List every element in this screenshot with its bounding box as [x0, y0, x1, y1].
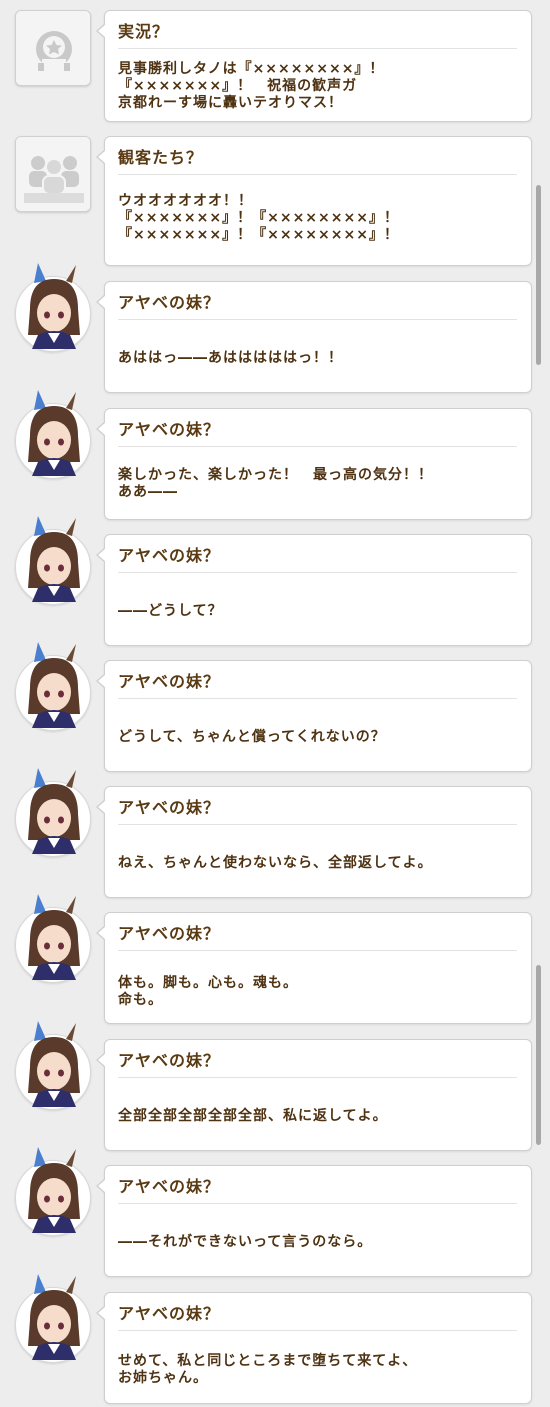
divider [118, 319, 517, 320]
speaker-name: 観客たち？ [118, 148, 204, 167]
dialogue-log: 実況？ 見事勝利しタノは『××××××××』！ 『×××××××』！ 祝福の歓声… [0, 0, 550, 1407]
message-text: ウオオオオオオ！！ 『×××××××』！『××××××××』！ 『×××××××… [118, 193, 399, 243]
divider [118, 698, 517, 699]
message-text: 見事勝利しタノは『××××××××』！ 『×××××××』！ 祝福の歓声ガ 京都… [118, 61, 385, 111]
message-text: 全部全部全部全部全部、私に返してよ。 [118, 1108, 388, 1124]
message-text: どうして、ちゃんと償ってくれないの？ [118, 729, 386, 745]
character-avatar [15, 894, 91, 983]
speaker-name: アヤベの妹？ [118, 798, 221, 817]
divider [118, 446, 517, 447]
divider [118, 824, 517, 825]
divider [118, 48, 517, 49]
message-text: せめて、私と同じところまで堕ちて来てよ、 お姉ちゃん。 [118, 1353, 418, 1386]
message-bubble: アヤベの妹？ せめて、私と同じところまで堕ちて来てよ、 お姉ちゃん。 [96, 1292, 532, 1404]
speaker-name: アヤベの妹？ [118, 1304, 221, 1323]
divider [118, 950, 517, 951]
message-bubble: アヤベの妹？ ――それができないって言うのなら。 [96, 1165, 532, 1277]
generic-face-icon [15, 10, 91, 86]
message-bubble: アヤベの妹？ ――どうして？ [96, 534, 532, 646]
message-bubble: 観客たち？ ウオオオオオオ！！ 『×××××××』！『××××××××』！ 『×… [96, 136, 532, 266]
message-bubble: アヤベの妹？ あははっ――あはははははっ！！ [96, 281, 532, 393]
divider [118, 1330, 517, 1331]
message-bubble: 実況？ 見事勝利しタノは『××××××××』！ 『×××××××』！ 祝福の歓声… [96, 10, 532, 122]
speaker-name: アヤベの妹？ [118, 1051, 221, 1070]
message-text: ねえ、ちゃんと使わないなら、全部返してよ。 [118, 855, 433, 871]
speaker-name: アヤベの妹？ [118, 1177, 221, 1196]
speaker-name: アヤベの妹？ [118, 293, 221, 312]
message-text: ――それができないって言うのなら。 [118, 1234, 373, 1250]
divider [118, 572, 517, 573]
message-text: 楽しかった、楽しかった！ 最っ高の気分！！ ああ―― [118, 467, 433, 500]
scrollbar-thumb[interactable] [536, 965, 541, 1145]
speaker-name: アヤベの妹？ [118, 546, 221, 565]
speaker-name: アヤベの妹？ [118, 420, 221, 439]
character-avatar [15, 390, 91, 479]
message-bubble: アヤベの妹？ どうして、ちゃんと償ってくれないの？ [96, 660, 532, 772]
character-avatar [15, 768, 91, 857]
character-avatar [15, 1021, 91, 1110]
speaker-name: 実況？ [118, 22, 170, 41]
divider [118, 1077, 517, 1078]
message-bubble: アヤベの妹？ 体も。脚も。心も。魂も。 命も。 [96, 912, 532, 1024]
message-text: ――どうして？ [118, 603, 223, 619]
message-text: 体も。脚も。心も。魂も。 命も。 [118, 975, 298, 1008]
speaker-name: アヤベの妹？ [118, 924, 221, 943]
character-avatar [15, 263, 91, 352]
crowd-icon [15, 136, 91, 212]
speaker-name: アヤベの妹？ [118, 672, 221, 691]
character-avatar [15, 1274, 91, 1363]
divider [118, 1203, 517, 1204]
divider [118, 174, 517, 175]
message-text: あははっ――あはははははっ！！ [118, 350, 343, 366]
character-avatar [15, 1147, 91, 1236]
message-bubble: アヤベの妹？ 楽しかった、楽しかった！ 最っ高の気分！！ ああ―― [96, 408, 532, 520]
character-avatar [15, 642, 91, 731]
message-bubble: アヤベの妹？ 全部全部全部全部全部、私に返してよ。 [96, 1039, 532, 1151]
character-avatar [15, 516, 91, 605]
scrollbar-thumb[interactable] [536, 185, 541, 365]
message-bubble: アヤベの妹？ ねえ、ちゃんと使わないなら、全部返してよ。 [96, 786, 532, 898]
scrollbar[interactable] [536, 0, 542, 1407]
